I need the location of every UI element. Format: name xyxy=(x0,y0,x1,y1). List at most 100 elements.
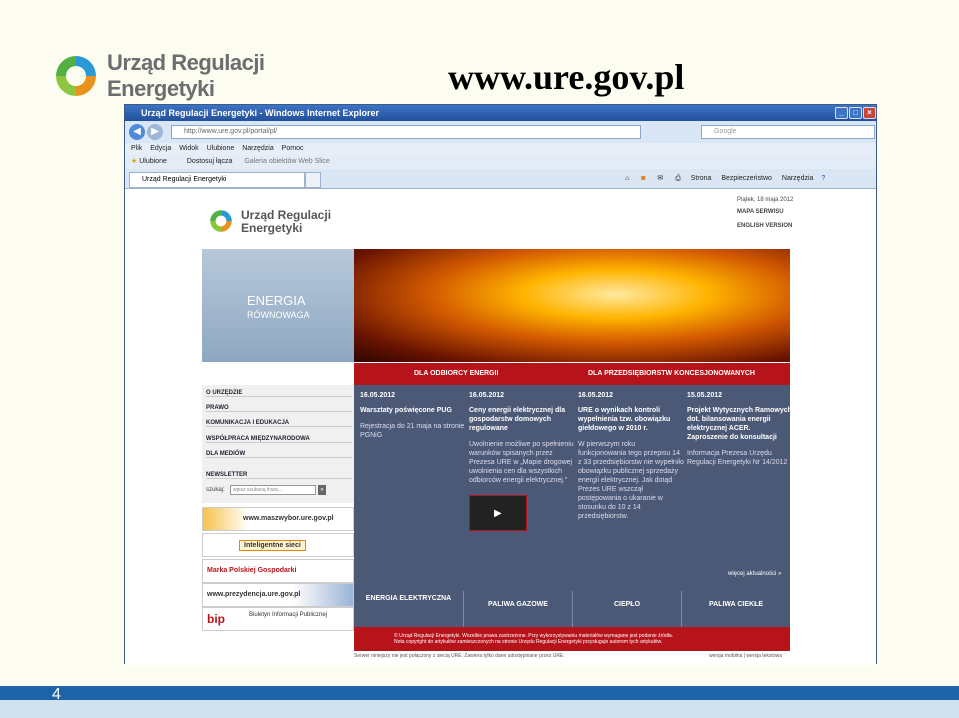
menu-tools[interactable]: Narzędzia xyxy=(242,145,274,152)
news-body: Informacja Prezesa Urzędu Regulacji Ener… xyxy=(687,450,788,466)
menu-bar: Plik Edycja Widok Ulubione Narzędzia Pom… xyxy=(125,143,876,155)
search-input[interactable]: Google xyxy=(701,125,875,139)
page-menu[interactable]: Strona xyxy=(691,175,712,182)
slide-footer-band xyxy=(0,700,959,718)
nav-about[interactable]: O URZĘDZIE xyxy=(206,390,352,397)
search-label: szukaj: xyxy=(206,487,225,493)
slide-footer-bar xyxy=(0,686,959,700)
ure-logo-icon xyxy=(56,56,96,96)
menu-view[interactable]: Widok xyxy=(179,145,198,152)
help-icon[interactable]: ? xyxy=(821,175,825,182)
banner-polish-brand-label: Marka Polskiej Gospodarki xyxy=(207,567,297,574)
close-button[interactable]: × xyxy=(863,107,876,119)
minimize-button[interactable]: _ xyxy=(835,107,848,119)
news-date: 15.05.2012 xyxy=(687,392,723,399)
news-body: Rejestracja do 21 maja na stronie PGNiG xyxy=(360,423,465,439)
banner-smart-grid-label: Inteligentne sieci xyxy=(239,540,306,551)
news-item-1[interactable]: 16.05.2012 Warsztaty poświęcone PUG Reje… xyxy=(360,391,466,440)
back-button[interactable]: ◀ xyxy=(129,124,145,140)
left-navigation: O URZĘDZIE PRAWO KOMUNIKACJA I EDUKACJA … xyxy=(202,385,354,503)
sitemap-link[interactable]: MAPA SERWISU xyxy=(737,209,784,215)
news-panel: 16.05.2012 Warsztaty poświęcone PUG Reje… xyxy=(354,385,793,591)
tile-liquid-fuels[interactable]: PALIWA CIEKŁE xyxy=(681,591,790,627)
menu-edit[interactable]: Edycja xyxy=(150,145,171,152)
slide-logo-text: Urząd Regulacji Energetyki xyxy=(107,50,277,102)
tile-electricity[interactable]: ENERGIA ELEKTRYCZNA xyxy=(354,591,463,627)
more-news-link[interactable]: więcej aktualności » xyxy=(728,571,781,577)
news-headline[interactable]: Ceny energii elektrycznej dla gospodarst… xyxy=(469,406,575,433)
maximize-button[interactable]: □ xyxy=(849,107,862,119)
banner-presidency-label: www.prezydencja.ure.gov.pl xyxy=(207,591,301,598)
bip-logo-icon: bip xyxy=(207,612,225,626)
video-thumbnail[interactable]: ▶ xyxy=(469,495,527,531)
url-input[interactable]: http://www.ure.gov.pl/portal/pl/ xyxy=(171,125,641,139)
fav-link-1[interactable]: Dostosuj łącza xyxy=(187,158,233,165)
english-version-link[interactable]: ENGLISH VERSION xyxy=(737,223,792,229)
banner-presidency[interactable]: www.prezydencja.ure.gov.pl xyxy=(202,583,354,607)
forward-button[interactable]: ▶ xyxy=(147,124,163,140)
star-icon: ★ xyxy=(131,158,138,165)
menu-favorites[interactable]: Ulubione xyxy=(207,145,235,152)
title-bar: Urząd Regulacji Energetyki - Windows Int… xyxy=(125,105,876,121)
hero-title: ENERGIA xyxy=(247,293,306,308)
status-line: Serwer niniejszy nie jest połączony z si… xyxy=(354,653,790,659)
banner-maszwybor-label: www.maszwybor.ure.gov.pl xyxy=(243,515,334,522)
banner-bip-label: Biuletyn Informacji Publicznej xyxy=(249,612,328,618)
favorites-button[interactable]: Ulubione xyxy=(139,158,167,165)
rss-icon[interactable]: ◙ xyxy=(641,175,645,182)
site-logo-line-2: Energetyki xyxy=(241,221,303,235)
tile-gas[interactable]: PALIWA GAZOWE xyxy=(463,591,572,627)
banner-smart-grid[interactable]: Inteligentne sieci xyxy=(202,533,354,557)
news-item-2[interactable]: 16.05.2012 Ceny energii elektrycznej dla… xyxy=(469,391,575,531)
banner-polish-brand[interactable]: Marka Polskiej Gospodarki xyxy=(202,559,354,583)
banner-maszwybor[interactable]: www.maszwybor.ure.gov.pl xyxy=(202,507,354,531)
news-headline[interactable]: Projekt Wytycznych Ramowych dot. bilanso… xyxy=(687,406,793,442)
fav-link-2[interactable]: Galeria obiektów Web Slice xyxy=(244,158,329,165)
sector-tiles: ENERGIA ELEKTRYCZNA PALIWA GAZOWE CIEPŁO… xyxy=(354,591,790,627)
audience-bar: DLA ODBIORCY ENERGII DLA PRZEDSIĘBIORSTW… xyxy=(354,363,790,385)
home-icon[interactable]: ⌂ xyxy=(625,175,629,182)
logo-line-2: Energetyki xyxy=(107,76,215,101)
hero-subtitle: RÓWNOWAGA xyxy=(247,310,310,320)
news-body: Uwolnienie możliwe po spełnieniu warunkó… xyxy=(469,441,574,484)
mail-icon[interactable]: ✉ xyxy=(657,175,663,182)
safety-menu[interactable]: Bezpieczeństwo xyxy=(721,175,772,182)
news-item-4[interactable]: 15.05.2012 Projekt Wytycznych Ramowych d… xyxy=(687,391,793,467)
news-headline[interactable]: URE o wynikach kontroli wypełnienia tzw.… xyxy=(578,406,684,433)
site-search-input[interactable]: wpisz szukaną frazę... xyxy=(230,485,316,495)
tab-ure[interactable]: Urząd Regulacji Energetyki xyxy=(129,172,305,188)
nav-law[interactable]: PRAWO xyxy=(206,405,352,412)
news-headline[interactable]: Warsztaty poświęcone PUG xyxy=(360,406,466,415)
news-item-3[interactable]: 16.05.2012 URE o wynikach kontroli wypeł… xyxy=(578,391,684,521)
logo-line-1: Urząd Regulacji xyxy=(107,50,265,75)
browser-window: Urząd Regulacji Energetyki - Windows Int… xyxy=(124,104,877,665)
site-logo-text[interactable]: Urząd Regulacji Energetyki xyxy=(241,209,331,235)
nav-communication[interactable]: KOMUNIKACJA I EDUKACJA xyxy=(206,420,352,427)
window-title: Urząd Regulacji Energetyki - Windows Int… xyxy=(141,108,379,118)
address-bar: ◀ ▶ http://www.ure.gov.pl/portal/pl/ Goo… xyxy=(125,121,876,143)
favorites-bar: ★ Ulubione Dostosuj łącza Galeria obiekt… xyxy=(125,155,876,169)
mobile-version-link[interactable]: wersja mobilna | wersja tekstowa xyxy=(709,653,782,659)
command-bar: ⌂ ◙ ✉ ⎙ Strona Bezpieczeństwo Narzędzia … xyxy=(625,172,825,186)
banner-bip[interactable]: bip Biuletyn Informacji Publicznej xyxy=(202,607,354,631)
menu-file[interactable]: Plik xyxy=(131,145,142,152)
site-logo-icon[interactable] xyxy=(207,207,235,235)
search-go-button[interactable]: » xyxy=(318,485,326,495)
tools-menu[interactable]: Narzędzia xyxy=(782,175,814,182)
news-date: 16.05.2012 xyxy=(360,392,396,399)
tab-consumers[interactable]: DLA ODBIORCY ENERGII xyxy=(414,363,498,385)
hero-left-panel: ENERGIA RÓWNOWAGA xyxy=(202,249,354,362)
slide-title: www.ure.gov.pl xyxy=(448,57,685,97)
tab-companies[interactable]: DLA PRZEDSIĘBIORSTW KONCESJONOWANYCH xyxy=(588,363,755,385)
new-tab-button[interactable] xyxy=(305,172,321,188)
print-icon[interactable]: ⎙ xyxy=(675,175,681,182)
nav-media[interactable]: DLA MEDIÓW xyxy=(206,451,352,458)
footer-note: Nota copyright do artykułów zamieszczony… xyxy=(394,639,663,645)
nav-newsletter[interactable]: NEWSLETTER xyxy=(206,472,352,479)
menu-help[interactable]: Pomoc xyxy=(282,145,304,152)
status-text: Serwer niniejszy nie jest połączony z si… xyxy=(354,653,565,659)
tile-heat[interactable]: CIEPŁO xyxy=(572,591,681,627)
page-content: Urząd Regulacji Energetyki Piątek, 18 ma… xyxy=(125,189,876,665)
nav-international[interactable]: WSPÓŁPRACA MIĘDZYNARODOWA xyxy=(206,436,352,443)
news-date: 16.05.2012 xyxy=(578,392,614,399)
